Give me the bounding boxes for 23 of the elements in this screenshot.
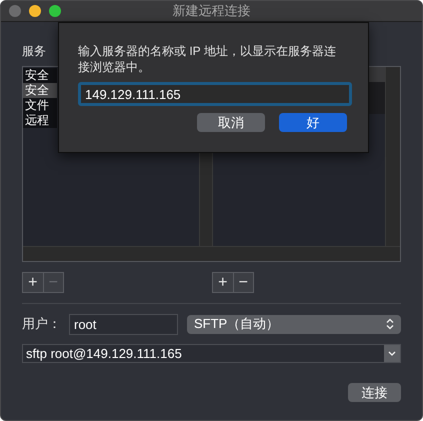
window-title: 新建远程连接 — [172, 2, 250, 20]
user-field[interactable]: root — [69, 314, 178, 334]
zoom-icon[interactable] — [49, 5, 61, 17]
remove-button[interactable]: − — [232, 273, 253, 292]
command-text: sftp root@149.129.111.165 — [25, 345, 183, 362]
connect-button[interactable]: 连接 — [348, 383, 401, 402]
ok-button[interactable]: 好 — [279, 113, 347, 132]
chevron-down-icon — [388, 351, 396, 356]
add-button[interactable]: + — [23, 273, 42, 292]
command-combobox[interactable]: sftp root@149.129.111.165 — [22, 344, 401, 363]
add-button[interactable]: + — [213, 273, 232, 292]
user-label: 用户： — [22, 315, 62, 334]
service-item[interactable]: 远程 — [23, 113, 57, 128]
service-item[interactable]: 文件 — [23, 98, 57, 113]
service-item[interactable]: 安全 — [23, 68, 57, 83]
services-label: 服务 — [22, 43, 46, 60]
server-address-field[interactable]: 149.129.111.165 — [78, 82, 352, 106]
sheet-message: 输入服务器的名称或 IP 地址，以显示在服务器连接浏览器中。 — [78, 43, 337, 75]
service-item[interactable]: 安全 — [23, 83, 57, 98]
minimize-icon[interactable] — [29, 5, 41, 17]
cancel-button[interactable]: 取消 — [197, 113, 265, 132]
updown-chevron-icon — [386, 318, 394, 330]
protocol-popup[interactable]: SFTP（自动） — [187, 314, 401, 334]
